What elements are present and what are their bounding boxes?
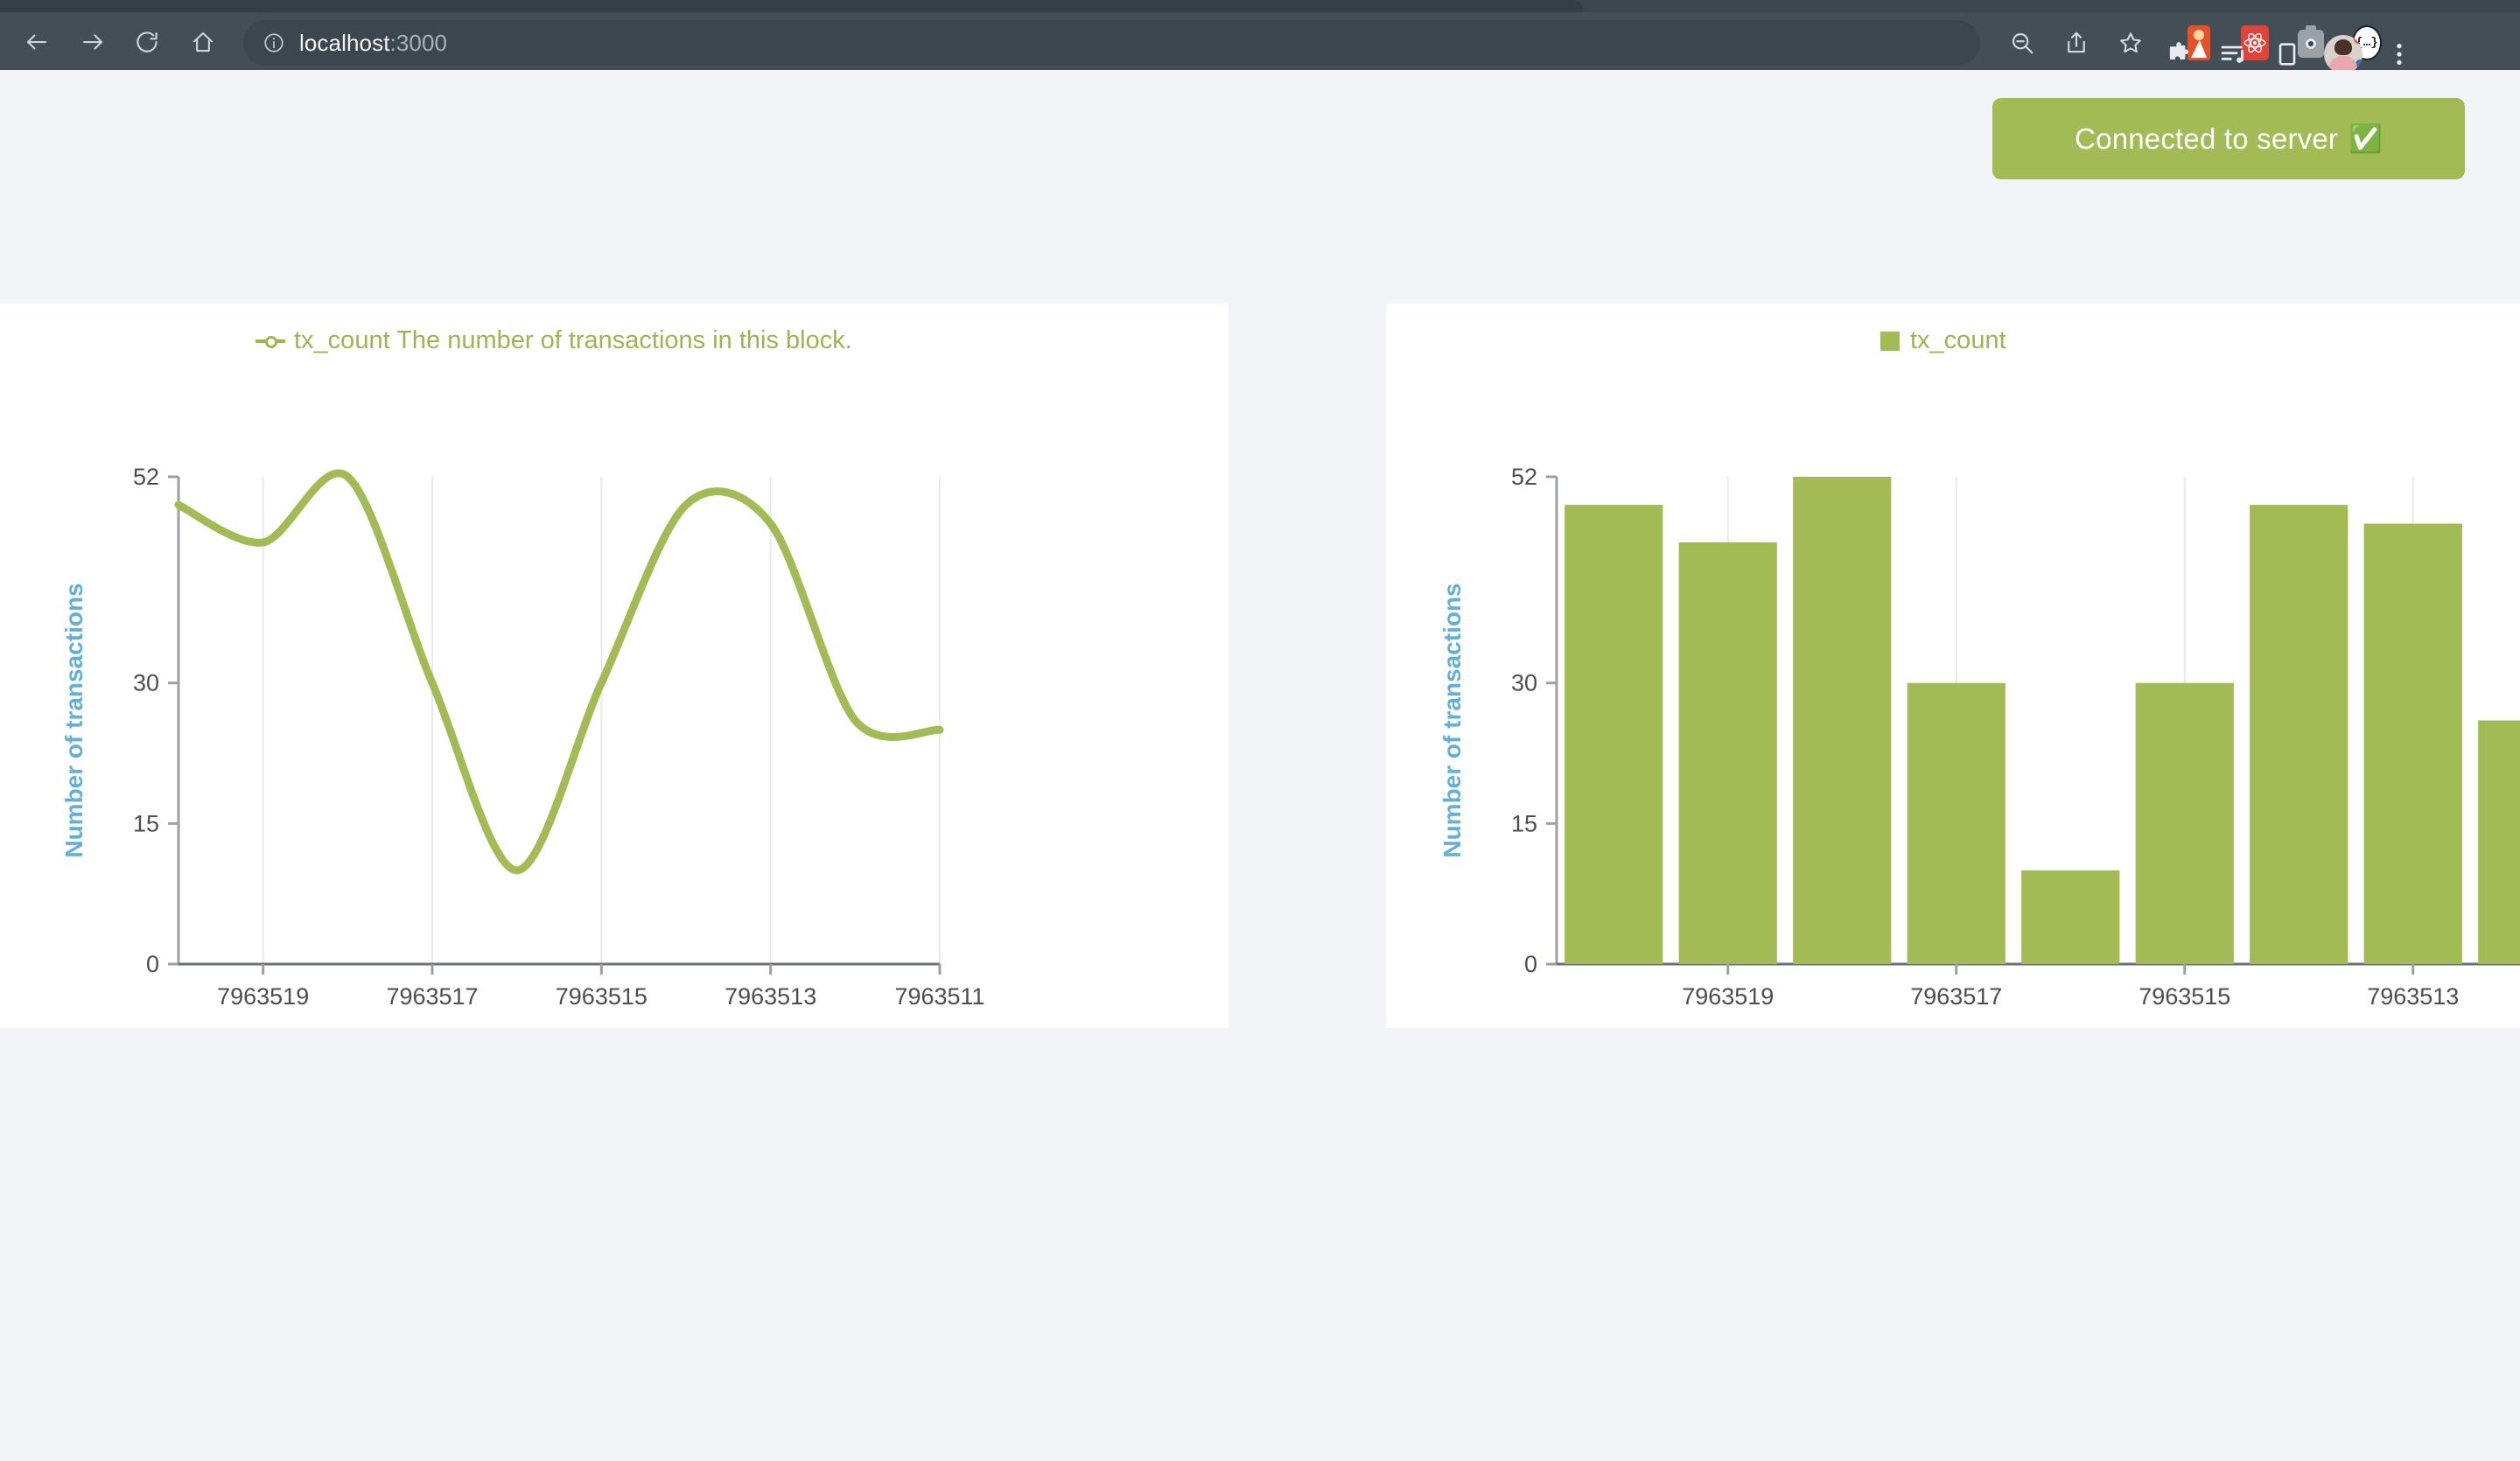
svg-text:52: 52 [1511,464,1537,490]
active-tab[interactable] [0,0,1584,12]
share-icon[interactable] [2060,26,2093,59]
chrome-menu-icon[interactable] [2382,37,2417,72]
url-host: localhost [299,29,390,56]
svg-text:52: 52 [133,464,159,490]
bar [1678,542,1777,964]
site-info-icon[interactable] [262,31,285,54]
svg-text:7963515: 7963515 [2138,983,2230,1010]
svg-text:Number of transactions: Number of transactions [1438,583,1466,857]
back-icon[interactable] [19,24,54,59]
extensions-puzzle-icon[interactable] [2161,37,2196,72]
side-panel-icon[interactable] [2270,37,2305,72]
bar [2363,523,2462,964]
bar [2021,870,2120,964]
browser-toolbar: localhost:3000 {…} [0,12,2520,73]
zoom-out-icon[interactable] [2006,26,2039,59]
svg-text:30: 30 [133,670,159,696]
status-badge: Connected to server ✅ [1992,98,2465,179]
bar [1907,682,2006,964]
url-port: :3000 [389,29,448,56]
forward-icon[interactable] [75,24,110,59]
svg-text:7963517: 7963517 [1910,983,2002,1010]
svg-text:15: 15 [133,810,159,836]
bar-chart-plot: 5230150796351979635177963515796351379635… [1438,464,2520,1010]
bar [1564,505,1663,964]
bar [2135,682,2234,964]
svg-text:30: 30 [1511,670,1537,696]
avatar-sync-badge [2356,59,2362,68]
svg-text:7963513: 7963513 [724,983,816,1010]
bar-chart-card: tx_count 52 30 15 0 7963519 7963517 7963515 796… [1386,304,2520,1028]
bar [1793,477,1892,964]
svg-text:0: 0 [1524,951,1537,977]
check-mark-icon: ✅ [2348,123,2383,154]
line-chart-plot: 52 30 15 0 7963519 7963517 7963515 7963513 79635… [60,464,985,1010]
svg-text:7963515: 7963515 [556,983,648,1010]
svg-text:0: 0 [146,951,159,977]
address-bar-text: localhost:3000 [299,30,447,57]
svg-text:Number of transactions: Number of transactions [60,583,88,857]
bar [2250,505,2348,964]
svg-text:7963519: 7963519 [1682,983,1774,1010]
home-icon[interactable] [186,24,220,59]
tab-strip [0,0,2520,12]
profile-avatar[interactable] [2324,35,2362,73]
status-badge-label: Connected to server [2075,122,2339,155]
bar [2478,720,2520,964]
reload-icon[interactable] [130,24,164,59]
page-body: Connected to server ✅ tx_count The numbe… [0,70,2520,1461]
svg-text:7963513: 7963513 [2367,983,2459,1010]
svg-text:7963519: 7963519 [217,983,309,1010]
svg-text:7963511: 7963511 [894,983,984,1010]
browser-chrome: localhost:3000 {…} [0,0,2520,73]
reading-list-icon[interactable] [2216,37,2250,72]
svg-text:7963517: 7963517 [386,983,478,1010]
bookmark-star-icon[interactable] [2114,26,2147,59]
address-bar[interactable]: localhost:3000 [243,20,1980,66]
svg-text:15: 15 [1511,810,1537,836]
avatar-notification-badge [2354,35,2362,44]
line-series-tx-count [174,469,944,875]
line-chart-card: tx_count The number of transactions in t… [0,304,1228,1028]
